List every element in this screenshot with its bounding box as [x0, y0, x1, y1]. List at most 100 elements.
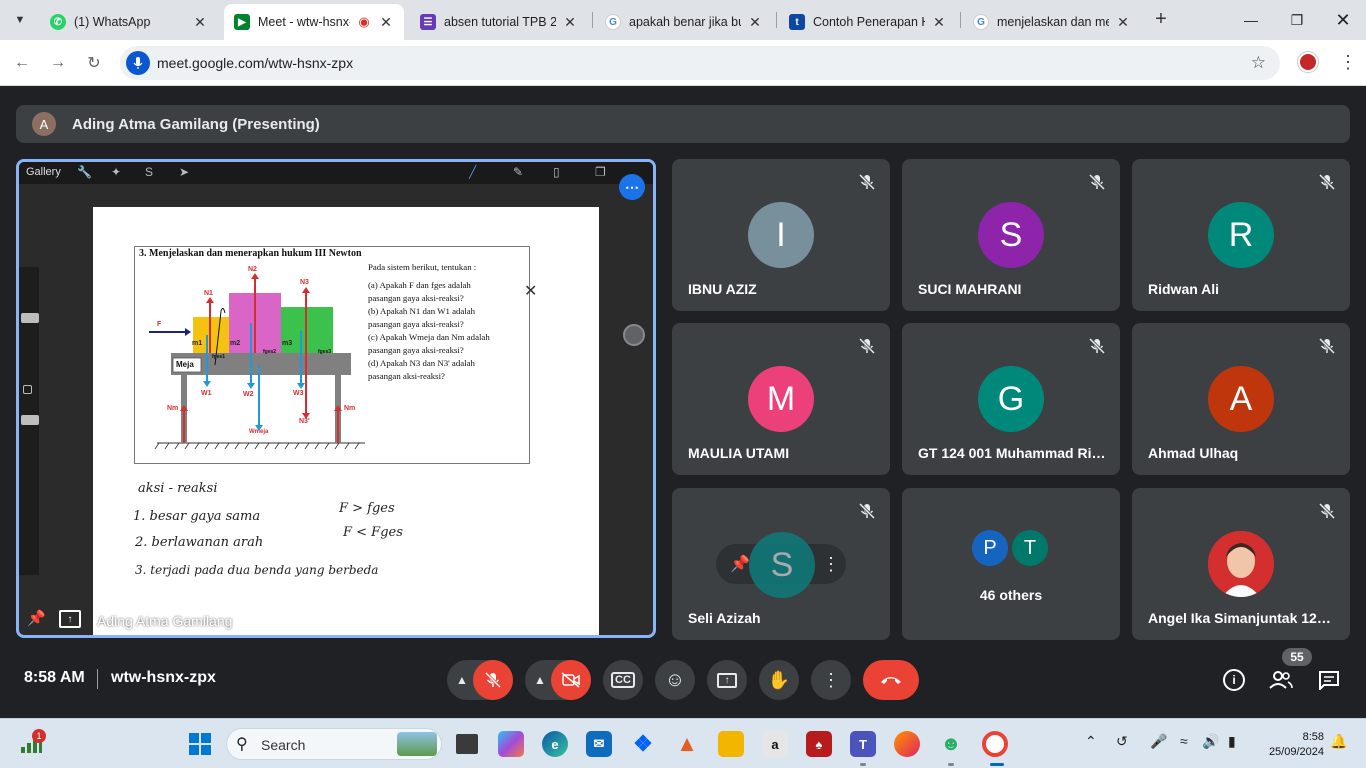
- running-indicator: [860, 763, 866, 766]
- audio-settings-chevron-icon[interactable]: ▲: [449, 660, 475, 700]
- brush-icon: ╱: [469, 165, 477, 179]
- meeting-details-button[interactable]: i: [1221, 667, 1247, 693]
- participant-tile[interactable]: A Ahmad Ulhaq: [1132, 323, 1350, 475]
- more-options-button[interactable]: ⋮: [811, 660, 851, 700]
- avatar: P: [970, 528, 1010, 568]
- close-tab-icon[interactable]: ✕: [562, 14, 578, 31]
- participant-tile[interactable]: I IBNU AZIZ: [672, 159, 890, 311]
- tab-google-search-2[interactable]: G menjelaskan dan menerapkan hukum III N…: [963, 4, 1141, 40]
- close-tab-icon[interactable]: ✕: [192, 14, 208, 31]
- file-explorer-icon[interactable]: [718, 731, 744, 757]
- tab-title: absen tutorial TPB 21: [444, 15, 556, 29]
- avatar: S: [749, 532, 815, 598]
- presentation-more-options-button[interactable]: ⋯: [619, 174, 645, 200]
- label-N3-prime: N3': [299, 418, 310, 425]
- volume-icon[interactable]: 🔊: [1202, 733, 1219, 750]
- close-window-button[interactable]: ✕: [1320, 0, 1366, 40]
- question-line: (a) Apakah F dan fges adalah: [368, 280, 471, 290]
- problem-intro: Pada sistem berikut, tentukan :: [368, 262, 477, 272]
- participant-tile[interactable]: G GT 124 001 Muhammad Rizki: [902, 323, 1120, 475]
- close-mark-icon: ✕: [524, 283, 538, 300]
- sync-icon[interactable]: ↺: [1116, 733, 1128, 750]
- mic-toggle-button[interactable]: [473, 660, 513, 700]
- participant-tile[interactable]: 📌 S ⋮ Seli Azizah: [672, 488, 890, 640]
- battery-icon[interactable]: ▮: [1228, 733, 1236, 750]
- raise-hand-button[interactable]: ✋: [759, 660, 799, 700]
- windows-start-icon[interactable]: [187, 731, 213, 757]
- bookmark-star-icon[interactable]: ☆: [1251, 53, 1266, 73]
- wechat-icon[interactable]: ☻: [938, 731, 964, 757]
- camera-toggle-button[interactable]: [551, 660, 591, 700]
- microphone-tray-icon[interactable]: 🎤: [1150, 733, 1167, 750]
- emoji-reaction-button[interactable]: ☺: [655, 660, 695, 700]
- dropbox-icon[interactable]: ❖: [630, 731, 656, 757]
- copilot-icon[interactable]: [498, 731, 524, 757]
- teams-icon[interactable]: T: [850, 731, 876, 757]
- info-icon: i: [1223, 669, 1245, 691]
- more-vert-icon: ⋮: [822, 669, 840, 690]
- task-view-icon[interactable]: [456, 734, 478, 754]
- participant-tile[interactable]: Angel Ika Simanjuntak 124 001: [1132, 488, 1350, 640]
- tab-tribun[interactable]: t Contoh Penerapan Hukum Newton ✕: [779, 4, 957, 40]
- avatar: T: [1010, 528, 1050, 568]
- solitaire-icon[interactable]: ♠: [806, 731, 832, 757]
- mail-icon[interactable]: ✉: [586, 731, 612, 757]
- search-highlight-image: [397, 732, 437, 756]
- people-button[interactable]: [1268, 667, 1294, 693]
- pin-icon[interactable]: 📌: [730, 554, 750, 574]
- amazon-icon[interactable]: a: [762, 731, 788, 757]
- tab-google-search-1[interactable]: G apakah benar jika bunyi hukum III Newt…: [595, 4, 773, 40]
- back-button[interactable]: ←: [10, 51, 34, 75]
- participant-tile[interactable]: M MAULIA UTAMI: [672, 323, 890, 475]
- captions-button[interactable]: CC: [603, 660, 643, 700]
- tab-absen[interactable]: ☰ absen tutorial TPB 21 ✕: [410, 4, 588, 40]
- leave-call-button[interactable]: [863, 660, 919, 700]
- question-line: (c) Apakah Wmeja dan Nm adalah: [368, 332, 490, 342]
- reload-button[interactable]: ↻: [82, 51, 106, 75]
- close-tab-icon[interactable]: ✕: [1115, 14, 1131, 31]
- wrench-icon: 🔧: [77, 165, 92, 179]
- google-forms-icon: ☰: [420, 14, 436, 30]
- presentation-tile[interactable]: Gallery 🔧 ✦ S ➤ ╱ ✎ ▯ ❐ ⋯ 3. Menjelaskan…: [16, 159, 656, 638]
- participant-tile[interactable]: R Ridwan Ali: [1132, 159, 1350, 311]
- minimize-button[interactable]: —: [1228, 0, 1274, 40]
- tab-search-button[interactable]: ▼: [8, 8, 32, 32]
- drawing-app-toolbar: Gallery 🔧 ✦ S ➤ ╱ ✎ ▯ ❐: [19, 162, 653, 184]
- notification-bell-icon[interactable]: 🔔: [1330, 733, 1347, 750]
- video-settings-chevron-icon[interactable]: ▲: [527, 660, 553, 700]
- chrome-menu-icon[interactable]: ⋮: [1339, 52, 1357, 72]
- wifi-icon[interactable]: ≈: [1180, 733, 1188, 749]
- address-bar[interactable]: meet.google.com/wtw-hsnx-zpx ☆: [120, 46, 1280, 80]
- profile-avatar[interactable]: [1298, 52, 1318, 72]
- tab-meet[interactable]: ▶ Meet - wtw-hsnx-zpx ◉ ✕: [224, 4, 404, 40]
- taskbar-search-box[interactable]: ⚲ Search: [226, 728, 442, 760]
- more-options-icon[interactable]: ⋮: [822, 552, 840, 576]
- others-tile[interactable]: P T 46 others: [902, 488, 1120, 640]
- matlab-icon[interactable]: ▲: [674, 731, 700, 757]
- forward-button[interactable]: →: [46, 51, 70, 75]
- firefox-icon[interactable]: [894, 731, 920, 757]
- label-fges2: fges2: [263, 349, 277, 355]
- microphone-icon[interactable]: [126, 51, 150, 75]
- restore-button[interactable]: ❐: [1274, 0, 1320, 40]
- tab-title: menjelaskan dan menerapkan hukum III New…: [997, 15, 1109, 29]
- edge-icon[interactable]: e: [542, 731, 568, 757]
- handwriting-note: F < Fges: [343, 525, 403, 540]
- taskbar-clock[interactable]: 8:58 25/09/2024: [1258, 730, 1324, 760]
- tab-whatsapp[interactable]: ✆ (1) WhatsApp ✕: [40, 4, 218, 40]
- participant-tile[interactable]: S SUCI MAHRANI: [902, 159, 1120, 311]
- tray-overflow-chevron-icon[interactable]: ⌃: [1085, 733, 1097, 750]
- close-tab-icon[interactable]: ✕: [931, 14, 947, 31]
- new-tab-button[interactable]: +: [1150, 8, 1172, 30]
- close-tab-icon[interactable]: ✕: [747, 14, 763, 31]
- search-label: Search: [261, 737, 306, 753]
- present-now-button[interactable]: ↑: [707, 660, 747, 700]
- chat-button[interactable]: [1316, 667, 1342, 693]
- share-screen-icon[interactable]: ↑: [59, 610, 81, 628]
- label-Nm-right: Nm: [344, 405, 356, 412]
- mic-off-icon: [1318, 173, 1336, 191]
- close-tab-icon[interactable]: ✕: [378, 14, 394, 31]
- chrome-icon[interactable]: [982, 731, 1008, 757]
- meeting-code: wtw-hsnx-zpx: [111, 669, 216, 686]
- pin-icon[interactable]: 📌: [27, 609, 49, 631]
